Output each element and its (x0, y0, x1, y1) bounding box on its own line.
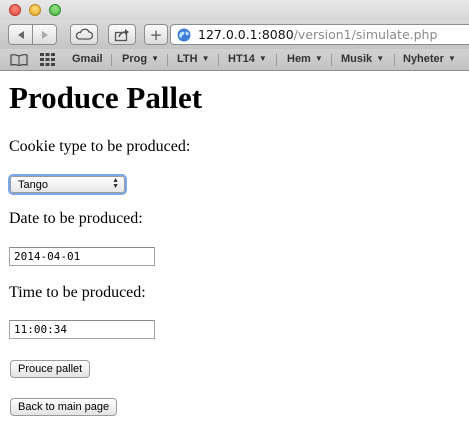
plus-icon: + (149, 25, 163, 44)
zoom-window-button[interactable] (49, 4, 61, 16)
window-title-bar (0, 0, 469, 20)
back-to-main-button[interactable]: Back to main page (10, 398, 118, 416)
cookie-type-select[interactable]: Tango ▲ ▼ (10, 176, 125, 193)
close-window-button[interactable] (9, 4, 21, 16)
share-button[interactable] (108, 24, 136, 45)
date-input-value: 2014-04-01 (14, 250, 81, 263)
date-label: Date to be produced: (9, 210, 143, 227)
date-input[interactable]: 2014-04-01 (9, 247, 155, 266)
chevron-down-icon: ▼ (447, 54, 456, 63)
browser-toolbar: + 127.0.0.1:8080/version1/simulate.php (0, 20, 469, 49)
time-label: Time to be produced: (9, 284, 146, 301)
cookie-type-label: Cookie type to be produced: (9, 138, 191, 155)
chevron-down-icon: ▼ (376, 54, 385, 63)
address-bar[interactable]: 127.0.0.1:8080/version1/simulate.php (170, 24, 469, 45)
bookmark-separator (276, 54, 277, 66)
forward-button[interactable] (32, 24, 57, 45)
reading-list-icon[interactable] (10, 53, 28, 66)
new-tab-button[interactable]: + (144, 24, 168, 45)
minimize-window-button[interactable] (29, 4, 41, 16)
bookmark-folder-label: Prog (122, 53, 148, 65)
bookmarks-bar: Gmail Prog ▼ LTH ▼ HT14 ▼ Hem ▼ Musik ▼ Nyhet… (0, 49, 469, 71)
back-arrow-icon (17, 30, 24, 39)
bookmark-separator (394, 54, 395, 66)
produce-pallet-button[interactable]: Prouce pallet (10, 360, 91, 378)
back-button[interactable] (8, 24, 33, 45)
chevron-down-icon: ▼ (258, 54, 267, 63)
cookie-type-value: Tango (18, 178, 48, 191)
time-input-value: 11:00:34 (14, 323, 67, 336)
bookmark-folder-label: Hem (287, 53, 311, 65)
bookmark-folder-musik[interactable]: Musik ▼ (341, 53, 384, 65)
url-host: 127.0.0.1:8080 (198, 27, 294, 42)
chevron-down-icon: ▼ (201, 54, 210, 63)
share-icon (114, 28, 129, 41)
bookmark-folder-lth[interactable]: LTH ▼ (177, 53, 210, 65)
bookmark-folder-ht14[interactable]: HT14 ▼ (228, 53, 267, 65)
forward-arrow-icon (41, 30, 48, 39)
chevron-down-icon: ▼ (314, 54, 323, 63)
bookmark-separator (111, 54, 112, 66)
produce-pallet-label: Prouce pallet (18, 363, 83, 375)
back-to-main-label: Back to main page (18, 401, 110, 413)
select-arrows-icon: ▲ ▼ (112, 177, 119, 190)
bookmark-folder-label: Musik (341, 53, 373, 65)
bookmark-separator (331, 54, 332, 66)
top-sites-grid-icon[interactable] (40, 53, 55, 66)
bookmark-folder-nyheter[interactable]: Nyheter ▼ (403, 53, 456, 65)
bookmark-folder-label: LTH (177, 53, 198, 65)
cloud-icon (75, 28, 94, 40)
url-path: /version1/simulate.php (293, 27, 438, 42)
bookmark-folder-label: HT14 (228, 53, 255, 65)
bookmark-folder-hem[interactable]: Hem ▼ (287, 53, 323, 65)
bookmark-separator (167, 54, 168, 66)
bookmark-folder-prog[interactable]: Prog ▼ (122, 53, 159, 65)
bookmark-folder-label: Nyheter (403, 53, 444, 65)
page-title: Produce Pallet (9, 80, 203, 115)
chevron-down-icon: ▼ (151, 54, 159, 63)
bookmark-separator (218, 54, 219, 66)
time-input[interactable]: 11:00:34 (9, 320, 155, 339)
globe-icon (177, 28, 191, 41)
bookmark-gmail[interactable]: Gmail (72, 53, 103, 65)
icloud-tabs-button[interactable] (70, 24, 98, 45)
